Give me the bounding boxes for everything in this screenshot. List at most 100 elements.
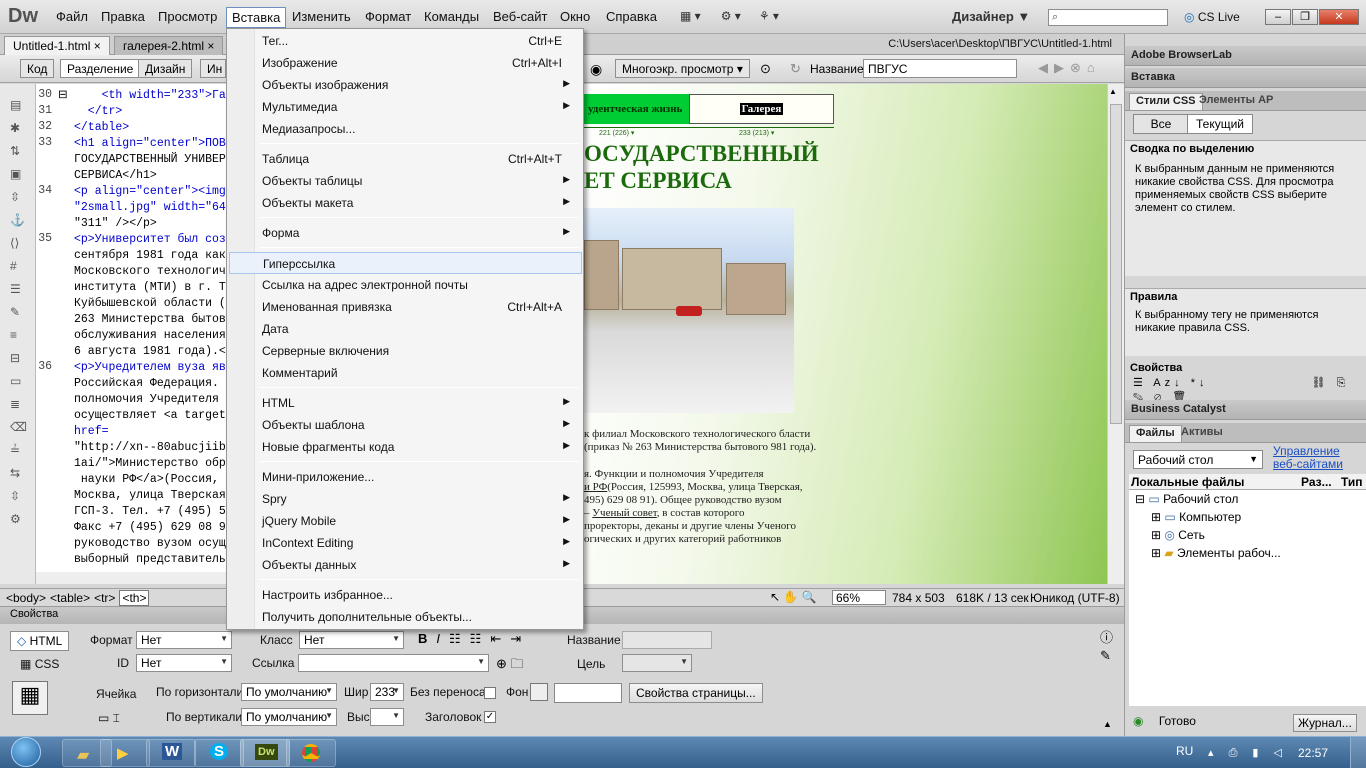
code-line[interactable]: href= bbox=[74, 424, 109, 440]
tag-body[interactable]: <body> bbox=[6, 591, 46, 605]
site-select[interactable]: Рабочий стол ▼ bbox=[1133, 450, 1263, 469]
split-view-button[interactable]: Разделение bbox=[60, 59, 141, 78]
menu-insert[interactable]: Вставка bbox=[226, 7, 287, 28]
menu-file[interactable]: Файл bbox=[56, 9, 88, 24]
tab-untitled-1[interactable]: Untitled-1.html × bbox=[4, 36, 110, 55]
col-size[interactable]: Раз... bbox=[1301, 475, 1332, 489]
globe-icon[interactable]: ◉ bbox=[590, 61, 602, 78]
id-select[interactable]: Нет bbox=[136, 654, 232, 672]
close-icon[interactable]: × bbox=[207, 39, 214, 53]
menu-item[interactable]: Мини-приложение... bbox=[229, 466, 582, 488]
taskbar-dreamweaver[interactable]: Dw bbox=[240, 739, 290, 767]
insert-header[interactable]: Вставка bbox=[1125, 68, 1366, 88]
menu-format[interactable]: Формат bbox=[365, 9, 411, 24]
menu-window[interactable]: Окно bbox=[560, 9, 590, 24]
code-line[interactable]: ГОСУДАРСТВЕННЫЙ УНИВЕР bbox=[74, 152, 226, 168]
code-line[interactable]: <p align="center"><img bbox=[74, 184, 226, 200]
col-type[interactable]: Тип bbox=[1341, 475, 1363, 489]
code-line[interactable]: осуществляет <a target bbox=[74, 408, 226, 424]
menu-item[interactable]: Объекты изображения ▶ bbox=[229, 74, 582, 96]
code-line[interactable]: 1ai/">Министерство обр bbox=[74, 456, 226, 472]
tree-desktop[interactable]: ⊟ ▭ Рабочий стол bbox=[1135, 492, 1238, 506]
code-line[interactable]: Куйбышевской области ( bbox=[74, 296, 226, 312]
help-icon[interactable]: ⓘ ✎ bbox=[1100, 629, 1113, 665]
workspace-switcher[interactable]: Дизайнер ▼ bbox=[952, 9, 1030, 24]
tree-computer[interactable]: ⊞ ▭ Компьютер bbox=[1151, 510, 1241, 524]
tab-assets[interactable]: Активы bbox=[1175, 425, 1229, 442]
tab-gallery-2[interactable]: галерея-2.html × bbox=[114, 36, 224, 55]
tab-css-styles[interactable]: Стили CSS bbox=[1129, 93, 1203, 110]
close-icon[interactable]: × bbox=[94, 39, 101, 53]
refresh-icon[interactable]: ↻ bbox=[790, 61, 801, 77]
menu-item[interactable]: Объекты макета ▶ bbox=[229, 192, 582, 214]
menu-item[interactable]: Гиперссылка bbox=[229, 252, 582, 274]
menu-item[interactable]: Дата bbox=[229, 318, 582, 340]
taskbar-chrome[interactable] bbox=[286, 739, 336, 767]
start-button[interactable] bbox=[6, 737, 46, 767]
file-tree[interactable]: ⊟ ▭ Рабочий стол ⊞ ▭ Компьютер ⊞ ◎ Сеть … bbox=[1129, 490, 1366, 706]
horiz-align-select[interactable]: По умолчанию bbox=[241, 683, 337, 701]
code-line[interactable]: Москва, улица Тверская bbox=[74, 488, 226, 504]
nav-cell-student-life[interactable]: удентческая жизнь bbox=[584, 94, 689, 124]
code-line[interactable]: "2small.jpg" width="64 bbox=[74, 200, 226, 216]
code-line[interactable]: "311" /></p> bbox=[74, 216, 157, 232]
menu-item[interactable]: Изображение Ctrl+Alt+I bbox=[229, 52, 582, 74]
taskbar-skype[interactable]: S bbox=[194, 739, 244, 767]
vert-align-select[interactable]: По умолчанию bbox=[241, 708, 337, 726]
code-view[interactable]: 30 <th width="233">Га 31 </tr> 32 </table> 3… bbox=[36, 84, 230, 584]
close-button[interactable]: ✕ bbox=[1319, 9, 1359, 25]
menu-commands[interactable]: Команды bbox=[424, 9, 479, 24]
menu-item[interactable]: Объекты шаблона ▶ bbox=[229, 414, 582, 436]
code-line[interactable]: <h1 align="center">ПОВ bbox=[74, 136, 226, 152]
tab-files[interactable]: Файлы bbox=[1129, 425, 1182, 442]
menu-help[interactable]: Справка bbox=[606, 9, 657, 24]
menu-item[interactable]: Объекты данных ▶ bbox=[229, 554, 582, 576]
tree-desktop-items[interactable]: ⊞ ▰ Элементы рабоч... bbox=[1151, 546, 1281, 560]
code-line[interactable]: науки РФ</a>(Россия, bbox=[74, 472, 219, 488]
all-button[interactable]: Все bbox=[1133, 114, 1189, 134]
tree-network[interactable]: ⊞ ◎ Сеть bbox=[1151, 528, 1205, 542]
menu-item[interactable]: Настроить избранное... bbox=[229, 584, 582, 606]
business-catalyst-header[interactable]: Business Catalyst bbox=[1125, 400, 1366, 420]
code-line[interactable]: <p>Учредителем вуза яв bbox=[74, 360, 226, 376]
menu-modify[interactable]: Изменить bbox=[292, 9, 351, 24]
menu-item[interactable]: Ссылка на адрес электронной почты bbox=[229, 274, 582, 296]
header-checkbox[interactable]: ✓ bbox=[484, 711, 496, 723]
maximize-button[interactable]: ❐ bbox=[1292, 9, 1318, 25]
menu-edit[interactable]: Правка bbox=[101, 9, 145, 24]
text-format-icons[interactable]: BI☷☷⇤⇥ bbox=[418, 631, 530, 647]
code-line[interactable]: руководство вузом осущ bbox=[74, 536, 226, 552]
menu-item[interactable]: Тег... Ctrl+E bbox=[229, 30, 582, 52]
scroll-up-icon[interactable]: ▲ bbox=[1109, 87, 1117, 96]
university-photo[interactable] bbox=[584, 208, 794, 413]
design-view-button[interactable]: Дизайн bbox=[138, 59, 193, 78]
code-line[interactable]: ГСП-3. Тел. +7 (495) 5 bbox=[74, 504, 226, 520]
code-line[interactable]: выборный представитель bbox=[74, 552, 226, 568]
css-mode-button[interactable]: ▦ CSS bbox=[20, 657, 59, 671]
design-scrollbar[interactable]: ▲ bbox=[1107, 84, 1124, 584]
language-indicator[interactable]: RU bbox=[1176, 744, 1193, 758]
nowrap-checkbox[interactable] bbox=[484, 687, 496, 699]
code-line[interactable]: </table> bbox=[74, 120, 129, 136]
browserlab-header[interactable]: Adobe BrowserLab bbox=[1125, 46, 1366, 66]
menu-item[interactable]: Таблица Ctrl+Alt+T bbox=[229, 148, 582, 170]
menu-item[interactable]: Новые фрагменты кода ▶ bbox=[229, 436, 582, 458]
preview-icon[interactable]: ⊙ bbox=[760, 61, 771, 77]
bg-color-input[interactable] bbox=[554, 683, 622, 703]
window-size[interactable]: 784 x 503 bbox=[892, 591, 945, 605]
code-view-button[interactable]: Код bbox=[20, 59, 55, 78]
menu-item[interactable]: Серверные включения bbox=[229, 340, 582, 362]
multiscreen-button[interactable]: Многоэкр. просмотр ▾ bbox=[615, 59, 750, 78]
live-view-button[interactable]: Ин bbox=[200, 59, 226, 78]
menu-view[interactable]: Просмотр bbox=[158, 9, 217, 24]
code-line[interactable]: <p>Университет был соз bbox=[74, 232, 226, 248]
menu-item[interactable]: HTML ▶ bbox=[229, 392, 582, 414]
code-line[interactable]: сентября 1981 года как bbox=[74, 248, 226, 264]
zoom-select[interactable]: 66% bbox=[832, 590, 886, 605]
site-icon[interactable]: ⚘ ▾ bbox=[759, 9, 779, 23]
page-title-input[interactable]: ПВГУС bbox=[863, 59, 1017, 78]
menu-item[interactable]: Мультимедиа ▶ bbox=[229, 96, 582, 118]
menu-item[interactable]: Объекты таблицы ▶ bbox=[229, 170, 582, 192]
show-desktop-button[interactable] bbox=[1350, 737, 1366, 768]
collapse-icon[interactable]: ▲ bbox=[1103, 719, 1112, 729]
